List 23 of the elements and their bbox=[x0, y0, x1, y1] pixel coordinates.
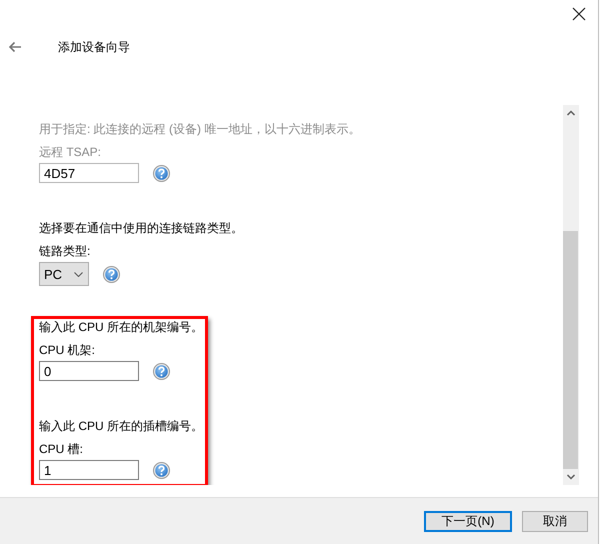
scroll-thumb[interactable] bbox=[563, 231, 578, 469]
field-label: 远程 TSAP: bbox=[39, 144, 102, 160]
link-type-dropdown[interactable]: PC bbox=[39, 262, 89, 286]
field-description: 用于指定: 此连接的远程 (设备) 唯一地址，以十六进制表示。 bbox=[39, 121, 362, 137]
help-icon[interactable] bbox=[153, 164, 170, 182]
help-icon[interactable] bbox=[103, 266, 120, 282]
input-field[interactable]: 0 bbox=[39, 361, 139, 381]
field-description: 选择要在通信中使用的连接链路类型。 bbox=[39, 220, 244, 236]
help-icon[interactable] bbox=[153, 362, 170, 380]
field-description: 输入此 CPU 所在的插槽编号。 bbox=[39, 418, 204, 434]
field-label: CPU 槽: bbox=[39, 441, 84, 457]
input-field[interactable]: 1 bbox=[39, 460, 139, 480]
field-label: CPU 机架: bbox=[39, 342, 96, 358]
help-icon[interactable] bbox=[153, 462, 170, 478]
chevron-icon bbox=[74, 272, 83, 276]
field-description: 输入此 CPU 所在的机架编号。 bbox=[39, 319, 204, 335]
scrollbar[interactable] bbox=[563, 105, 579, 485]
next-button[interactable]: 下一页(N) bbox=[424, 510, 512, 532]
field-label: 链路类型: bbox=[39, 243, 92, 259]
cancel-button[interactable]: 取消 bbox=[522, 510, 588, 532]
window-title: 添加设备向导 bbox=[58, 38, 130, 56]
close-icon[interactable] bbox=[572, 7, 586, 21]
back-arrow-icon[interactable] bbox=[8, 41, 22, 53]
